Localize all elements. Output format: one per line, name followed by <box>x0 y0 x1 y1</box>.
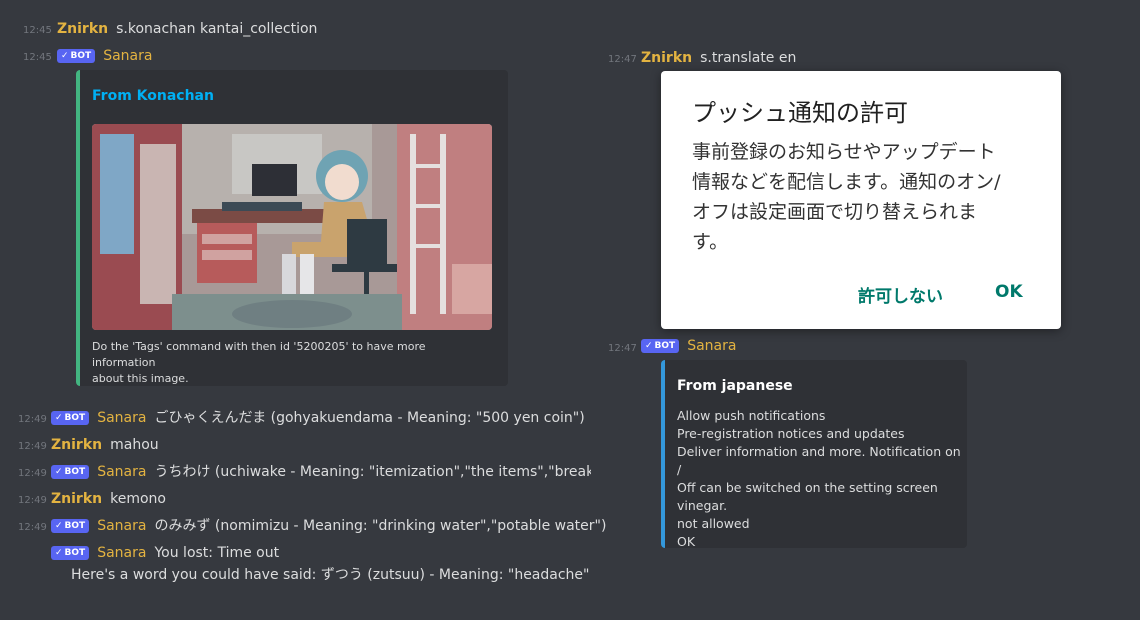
message-text: ごひゃくえんだま (gohyakuendama - Meaning: "500 … <box>154 410 585 426</box>
check-icon: ✓ <box>55 467 63 477</box>
embed-accent-bar <box>76 70 80 386</box>
username[interactable]: Sanara <box>103 46 152 66</box>
timestamp: 12:49 <box>18 522 47 533</box>
message-text: うちわけ (uchiwake - Meaning: "itemization",… <box>154 464 591 480</box>
username[interactable]: Znirkn <box>641 48 692 68</box>
dialog-title: プッシュ通知の許可 <box>692 99 908 127</box>
bot-badge: ✓ BOT <box>51 465 90 479</box>
message-text: s.konachan kantai_collection <box>116 21 318 37</box>
username[interactable]: Znirkn <box>51 489 102 509</box>
timestamp: 12:47 <box>608 54 637 65</box>
embed-title[interactable]: From Konachan <box>92 88 214 104</box>
message-row: Znirkn s.translate en <box>641 48 796 68</box>
bot-badge: ✓ BOT <box>51 411 90 425</box>
username[interactable]: Sanara <box>97 462 146 482</box>
bot-badge: ✓ BOT <box>641 339 680 353</box>
check-icon: ✓ <box>55 548 63 558</box>
translation-text: Allow push notifications Pre-registratio… <box>677 408 961 549</box>
push-notification-dialog[interactable]: プッシュ通知の許可 事前登録のお知らせやアップデート 情報などを配信します。通知… <box>661 71 1061 329</box>
message-text: s.translate en <box>700 50 797 66</box>
timestamp: 12:49 <box>18 495 47 506</box>
username[interactable]: Znirkn <box>57 19 108 39</box>
username[interactable]: Sanara <box>97 408 146 428</box>
check-icon: ✓ <box>55 521 63 531</box>
message-row: Znirkn mahou <box>51 435 159 455</box>
timestamp: 12:49 <box>18 441 47 452</box>
embed-image[interactable] <box>92 124 492 330</box>
timestamp: 12:45 <box>23 25 52 36</box>
message-row: ✓ BOT Sanara <box>57 46 160 66</box>
message-text: のみみず (nomimizu - Meaning: "drinking wate… <box>154 518 607 534</box>
message-text: kemono <box>110 491 166 507</box>
bot-badge: ✓ BOT <box>51 546 90 560</box>
timestamp: 12:49 <box>18 468 47 479</box>
message-row: ✓ BOT Sanara のみみず (nomimizu - Meaning: "d… <box>51 516 606 536</box>
embed-footer-text: Do the 'Tags' command with then id '5200… <box>92 340 426 385</box>
embed-title: From japanese <box>677 378 793 394</box>
check-icon: ✓ <box>61 51 69 61</box>
username[interactable]: Sanara <box>97 543 146 563</box>
timestamp: 12:49 <box>18 414 47 425</box>
message-row: Znirkn kemono <box>51 489 166 509</box>
bot-badge: ✓ BOT <box>51 519 90 533</box>
message-text: Here's a word you could have said: ずつう (… <box>71 567 590 583</box>
message-row: Here's a word you could have said: ずつう (… <box>71 565 589 585</box>
message-row: ✓ BOT Sanara <box>641 336 744 356</box>
message-row: ✓ BOT Sanara うちわけ (uchiwake - Meaning: "i… <box>51 462 591 482</box>
message-row: ✓ BOT Sanara You lost: Time out <box>51 543 279 563</box>
username[interactable]: Znirkn <box>51 435 102 455</box>
message-row: Znirkn s.konachan kantai_collection <box>57 19 317 39</box>
embed-accent-bar <box>661 360 665 548</box>
message-row: ✓ BOT Sanara ごひゃくえんだま (gohyakuendama - Me… <box>51 408 585 428</box>
message-text: You lost: Time out <box>154 545 280 561</box>
username[interactable]: Sanara <box>687 336 736 356</box>
bot-badge: ✓ BOT <box>57 49 96 63</box>
timestamp: 12:47 <box>608 343 637 354</box>
check-icon: ✓ <box>55 413 63 423</box>
check-icon: ✓ <box>645 341 653 351</box>
ok-button[interactable]: OK <box>995 282 1023 302</box>
dialog-body: 事前登録のお知らせやアップデート 情報などを配信します。通知のオン/ オフは設定… <box>692 141 1001 253</box>
message-text: mahou <box>110 437 159 453</box>
deny-button[interactable]: 許可しない <box>858 282 943 307</box>
username[interactable]: Sanara <box>97 516 146 536</box>
timestamp: 12:45 <box>23 52 52 63</box>
